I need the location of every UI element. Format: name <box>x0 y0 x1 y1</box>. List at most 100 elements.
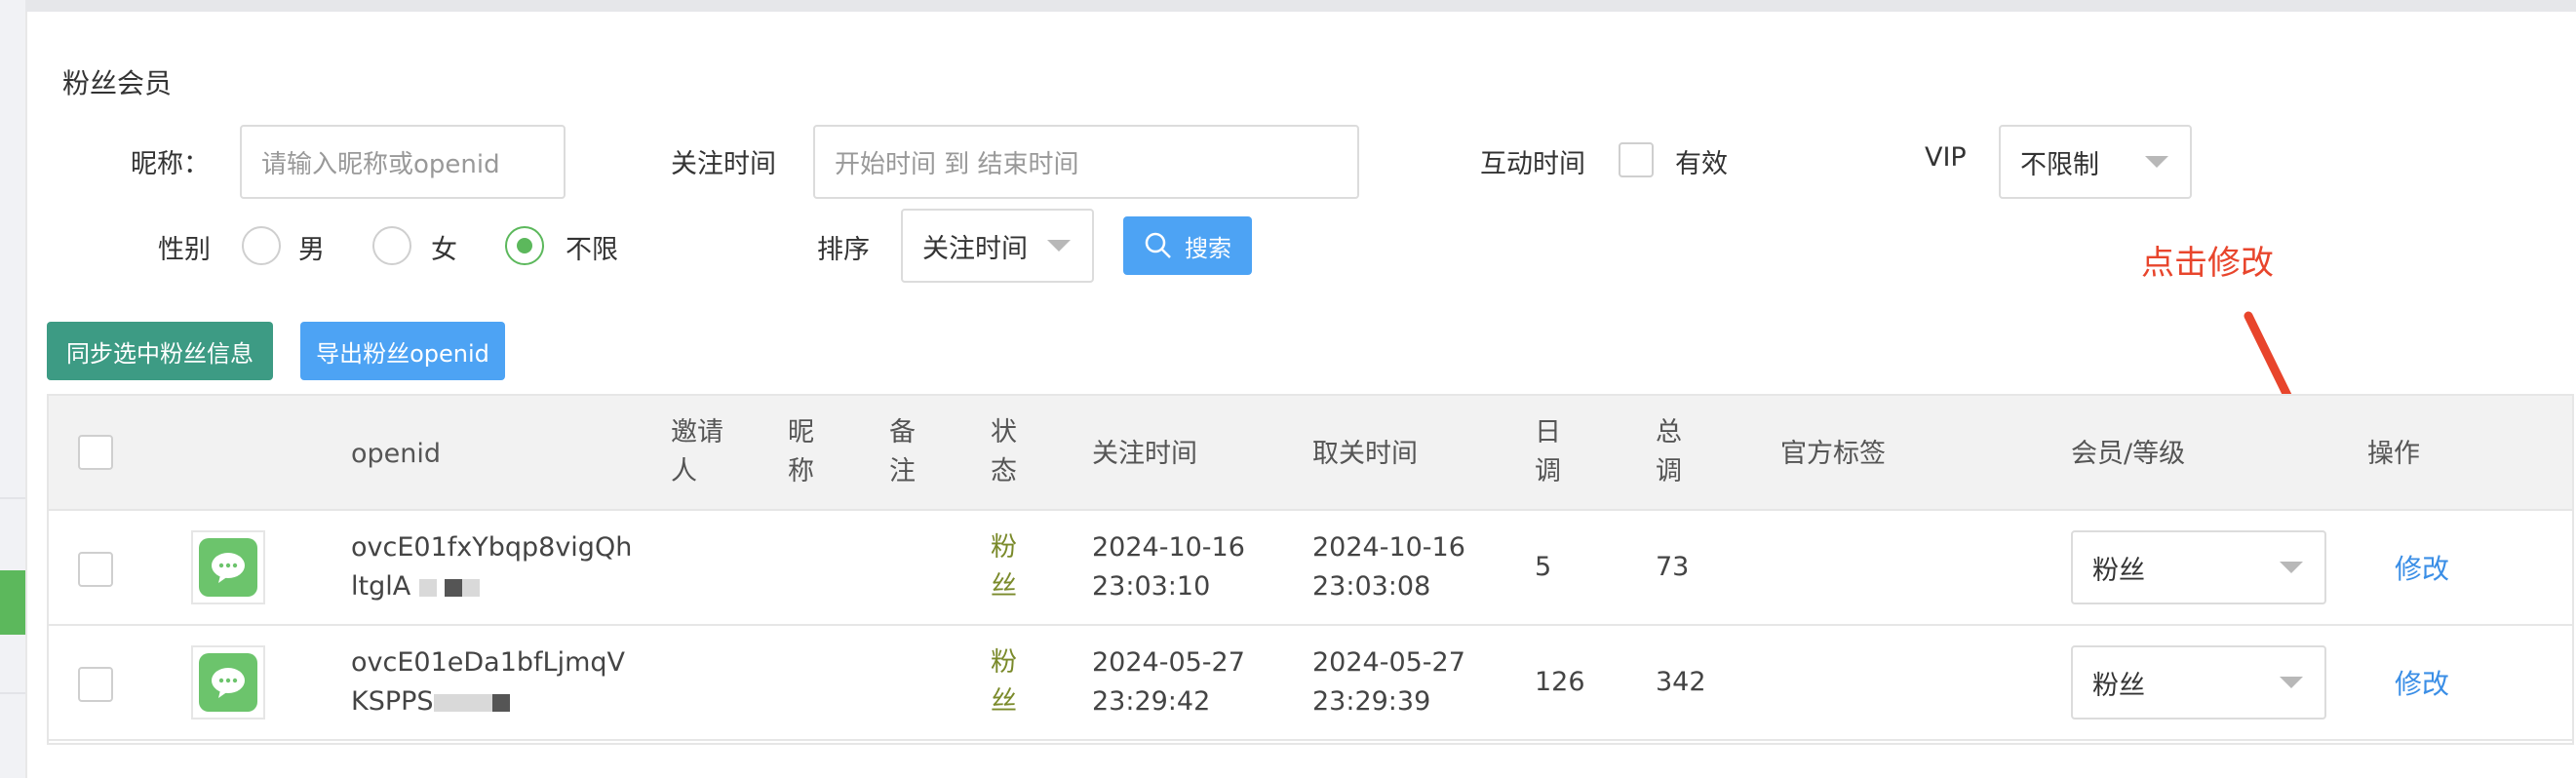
row-unfollow-time: 2024-05-27 23:29:39 <box>1312 643 1465 721</box>
header-remark-line2: 注 <box>889 456 916 486</box>
header-status-line1: 状 <box>991 417 1017 447</box>
header-official-tags: 官方标签 <box>1780 439 1886 469</box>
main-panel: 粉丝会员 昵称： 请输入昵称或openid 关注时间 开始时间 到 结束时间 互… <box>25 12 2576 778</box>
sort-select-value: 关注时间 <box>922 233 1028 264</box>
row-follow-time: 2024-10-16 23:03:10 <box>1092 528 1245 606</box>
header-inviter-line2: 人 <box>671 456 697 486</box>
row-openid-line2: ltglA <box>351 567 632 606</box>
nickname-placeholder: 请输入昵称或openid <box>261 149 500 179</box>
gender-radio-female[interactable] <box>372 226 411 265</box>
row-status: 粉 丝 <box>991 643 1017 721</box>
row-openid-line2: KSPPS <box>351 682 625 721</box>
header-openid: openid <box>351 439 442 469</box>
member-level-value: 粉丝 <box>2092 670 2145 701</box>
search-button-label: 搜索 <box>1185 234 1231 262</box>
row-follow-time: 2024-05-27 23:29:42 <box>1092 643 1245 721</box>
select-all-checkbox[interactable] <box>78 435 113 470</box>
page-title: 粉丝会员 <box>62 67 173 99</box>
header-nickname-line1: 昵 <box>788 417 814 447</box>
follow-time-label: 关注时间 <box>671 149 776 179</box>
header-follow-time: 关注时间 <box>1092 439 1197 469</box>
redaction-mark <box>433 693 492 712</box>
header-status-line2: 态 <box>991 456 1017 486</box>
row-openid: ovcE01fxYbqp8vigQh ltglA <box>351 528 632 606</box>
member-level-select[interactable]: 粉丝 <box>2071 645 2326 720</box>
vip-label: VIP <box>1925 142 1967 173</box>
export-openid-button[interactable]: 导出粉丝openid <box>300 322 505 380</box>
sort-select[interactable]: 关注时间 <box>901 209 1094 283</box>
redaction-mark <box>491 693 510 712</box>
header-remark: 备 注 <box>889 413 916 491</box>
member-level-value: 粉丝 <box>2092 555 2145 586</box>
gender-option-male: 男 <box>298 235 325 265</box>
header-daily: 日 调 <box>1535 413 1561 491</box>
row-checkbox[interactable] <box>78 552 113 587</box>
row-openid-line2-text: KSPPS <box>351 686 434 717</box>
interact-valid-checkbox[interactable] <box>1619 142 1654 177</box>
header-remark-line1: 备 <box>889 417 916 447</box>
header-member-level: 会员/等级 <box>2071 439 2186 469</box>
row-follow-clock: 23:03:10 <box>1092 571 1211 602</box>
row-checkbox[interactable] <box>78 667 113 702</box>
member-level-select[interactable]: 粉丝 <box>2071 530 2326 604</box>
header-operation: 操作 <box>2367 439 2420 469</box>
row-status-line2: 丝 <box>991 571 1017 602</box>
chevron-down-icon <box>2280 562 2303 573</box>
redaction-mark <box>462 578 481 597</box>
top-bar <box>0 0 2576 12</box>
row-openid-line2-text: ltglA <box>351 571 411 602</box>
header-total: 总 调 <box>1656 413 1682 491</box>
row-unfollow-clock: 23:03:08 <box>1312 571 1431 602</box>
redaction-mark <box>445 578 463 597</box>
header-total-line1: 总 <box>1656 417 1682 447</box>
row-daily: 5 <box>1535 552 1552 582</box>
redaction-mark <box>418 578 437 597</box>
search-button[interactable]: 搜索 <box>1123 216 1252 275</box>
sidebar-divider <box>0 497 25 499</box>
row-daily: 126 <box>1535 667 1585 697</box>
header-nickname: 昵 称 <box>788 413 814 491</box>
row-unfollow-date: 2024-05-27 <box>1312 647 1465 678</box>
row-follow-date: 2024-10-16 <box>1092 532 1245 563</box>
gender-radio-any[interactable] <box>505 226 544 265</box>
edit-link[interactable]: 修改 <box>2395 548 2449 587</box>
gender-radio-male[interactable] <box>242 226 281 265</box>
header-inviter-line1: 邀请 <box>671 417 723 447</box>
row-status-line2: 丝 <box>991 686 1017 717</box>
vip-select[interactable]: 不限制 <box>1999 125 2192 199</box>
fans-table: openid 邀请 人 昵 称 备 注 状 态 关注时间 取关时间 日 调 总 … <box>47 394 2574 745</box>
row-unfollow-time: 2024-10-16 23:03:08 <box>1312 528 1465 606</box>
row-openid-line1: ovcE01fxYbqp8vigQh <box>351 532 633 563</box>
sort-label: 排序 <box>817 235 870 265</box>
nickname-label: 昵称： <box>131 149 210 179</box>
avatar <box>191 645 265 720</box>
nickname-input[interactable]: 请输入昵称或openid <box>240 125 566 199</box>
avatar <box>191 530 265 604</box>
header-daily-line2: 调 <box>1535 456 1561 486</box>
chevron-down-icon <box>2145 156 2168 168</box>
vip-select-value: 不限制 <box>2020 149 2099 180</box>
table-header: openid 邀请 人 昵 称 备 注 状 态 关注时间 取关时间 日 调 总 … <box>49 396 2572 511</box>
avatar-bg <box>199 653 257 712</box>
header-daily-line1: 日 <box>1535 417 1561 447</box>
row-status-line1: 粉 <box>991 647 1017 678</box>
header-status: 状 态 <box>991 413 1017 491</box>
edit-link[interactable]: 修改 <box>2395 663 2449 702</box>
annotation-text: 点击修改 <box>2141 244 2274 283</box>
row-status-line1: 粉 <box>991 532 1017 563</box>
row-total: 73 <box>1656 552 1690 582</box>
header-nickname-line2: 称 <box>788 456 814 486</box>
row-follow-clock: 23:29:42 <box>1092 686 1211 717</box>
row-follow-date: 2024-05-27 <box>1092 647 1245 678</box>
wechat-icon <box>212 553 245 583</box>
sidebar-active-indicator[interactable] <box>0 570 25 635</box>
wechat-icon <box>212 668 245 698</box>
gender-option-any: 不限 <box>566 235 618 265</box>
gender-option-female: 女 <box>431 235 457 265</box>
follow-time-range-input[interactable]: 开始时间 到 结束时间 <box>813 125 1359 199</box>
row-openid-line1: ovcE01eDa1bfLjmqV <box>351 647 625 678</box>
avatar-bg <box>199 538 257 597</box>
sync-fans-button[interactable]: 同步选中粉丝信息 <box>47 322 273 380</box>
header-total-line2: 调 <box>1656 456 1682 486</box>
row-openid: ovcE01eDa1bfLjmqV KSPPS <box>351 643 625 721</box>
